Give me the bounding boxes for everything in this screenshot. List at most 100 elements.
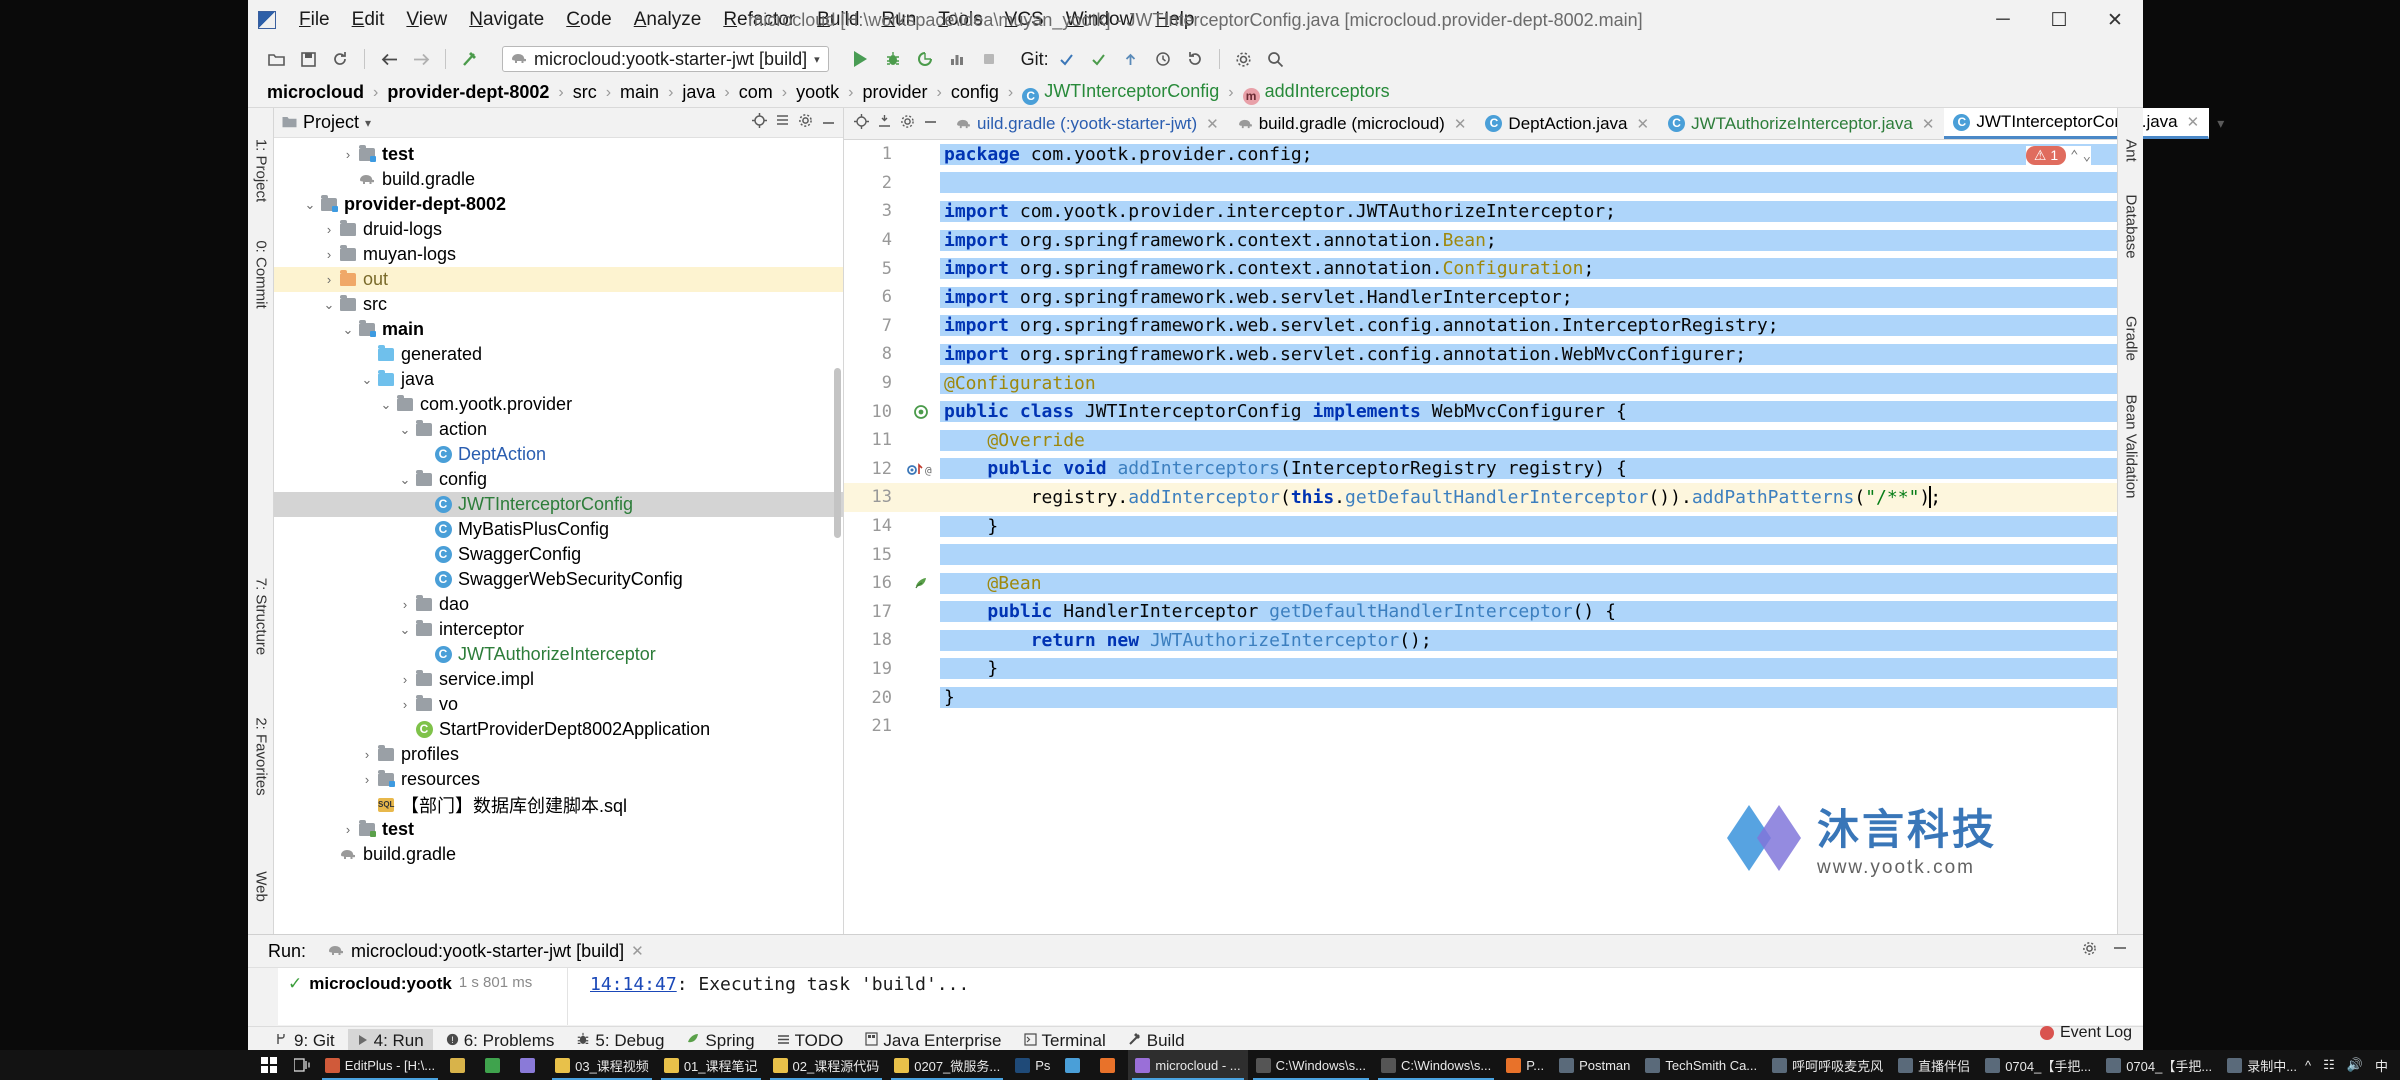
code-line-15[interactable]: 15 xyxy=(844,540,2117,569)
menu-navigate[interactable]: Navigate xyxy=(458,5,555,35)
tabs-overflow-button[interactable]: ▾ xyxy=(2209,108,2232,139)
settings-icon[interactable] xyxy=(900,114,915,134)
taskbar-item-6[interactable]: 02_课程源代码 xyxy=(766,1050,887,1080)
editor-tab-uild-gradle-yootk-starter-jwt-[interactable]: uild.gradle (:yootk-starter-jwt) ✕ xyxy=(947,108,1229,139)
tree-node--sql[interactable]: ›SQL 【部门】数据库创建脚本.sql xyxy=(274,792,843,817)
taskbar-right-item-5[interactable]: 0704_【手把... xyxy=(2099,1050,2219,1080)
close-icon[interactable]: ✕ xyxy=(1454,115,1467,133)
chevron-right-icon[interactable]: › xyxy=(415,572,433,587)
close-icon[interactable]: ✕ xyxy=(1637,115,1650,133)
project-tree[interactable]: › test › build.gradle ⌄ provider-dept-8002 › dr… xyxy=(274,138,843,934)
code-line-20[interactable]: 20} xyxy=(844,683,2117,712)
run-tab[interactable]: microcloud:yootk-starter-jwt [build] ✕ xyxy=(320,938,652,965)
taskbar-item-3[interactable] xyxy=(513,1050,547,1080)
chevron-down-icon[interactable]: ⌄ xyxy=(339,322,357,338)
next-error-icon[interactable]: ⌄ xyxy=(2083,148,2091,164)
tree-node-resources[interactable]: › resources xyxy=(274,767,843,792)
taskbar-item-11[interactable]: microcloud - ... xyxy=(1128,1050,1248,1080)
commit-icon[interactable] xyxy=(1085,46,1113,72)
code-line-9[interactable]: 9 @Configuration xyxy=(844,369,2117,398)
menu-build[interactable]: Build xyxy=(806,5,870,35)
inspection-status-widget[interactable]: ⚠ 1 ⌃ ⌄ xyxy=(2025,146,2091,165)
tool-window-todo[interactable]: TODO xyxy=(768,1029,853,1053)
strip-commit[interactable]: 0: Commit xyxy=(252,240,269,308)
task-view-icon[interactable] xyxy=(287,1058,316,1072)
debug-icon[interactable] xyxy=(879,46,907,72)
minimize-icon[interactable] xyxy=(2113,941,2127,961)
close-icon[interactable]: ✕ xyxy=(2187,113,2200,131)
run-console-output[interactable]: 14:14:47: Executing task 'build'... xyxy=(568,968,2143,1025)
code-line-21[interactable]: 21 xyxy=(844,712,2117,741)
breadcrumb-item-class[interactable]: C JWTInterceptorConfig xyxy=(1017,80,1224,106)
chevron-right-icon[interactable]: › xyxy=(339,172,357,187)
stop-icon[interactable] xyxy=(975,46,1003,72)
menu-run[interactable]: Run xyxy=(870,5,927,35)
breadcrumb-item-java[interactable]: java xyxy=(677,81,720,104)
menu-file[interactable]: File xyxy=(288,5,341,35)
editor-tab-deptaction-java[interactable]: C DeptAction.java ✕ xyxy=(1476,108,1659,139)
tree-node-config[interactable]: ⌄ config xyxy=(274,467,843,492)
tree-node-test[interactable]: › test xyxy=(274,817,843,842)
code-editor[interactable]: 1 package com.yootk.provider.config; 2 3 im… xyxy=(844,140,2117,934)
chevron-right-icon[interactable]: › xyxy=(396,597,414,612)
code-line-1[interactable]: 1 package com.yootk.provider.config; xyxy=(844,140,2117,169)
strip-favorites[interactable]: 2: Favorites xyxy=(252,717,269,795)
breadcrumb-item-method[interactable]: m addInterceptors xyxy=(1238,80,1395,106)
code-line-5[interactable]: 5 import org.springframework.context.anno… xyxy=(844,254,2117,283)
menu-view[interactable]: View xyxy=(395,5,458,35)
chevron-right-icon[interactable]: › xyxy=(415,497,433,512)
back-arrow-icon[interactable] xyxy=(375,46,403,72)
tree-node-mybatisplusconfig[interactable]: ›C MyBatisPlusConfig xyxy=(274,517,843,542)
chevron-right-icon[interactable]: › xyxy=(415,647,433,662)
code-line-6[interactable]: 6 import org.springframework.web.servlet.… xyxy=(844,283,2117,312)
strip-web[interactable]: Web xyxy=(252,871,269,902)
tree-node-jwtinterceptorconfig[interactable]: ›C JWTInterceptorConfig xyxy=(274,492,843,517)
taskbar-right-item-1[interactable]: TechSmith Ca... xyxy=(1638,1050,1764,1080)
build-hammer-icon[interactable] xyxy=(456,46,484,72)
code-line-3[interactable]: 3 import com.yootk.provider.interceptor.J… xyxy=(844,197,2117,226)
taskbar-right-item-3[interactable]: 直播伴侣 xyxy=(1891,1050,1977,1080)
editor-tab-build-gradle-microcloud-[interactable]: build.gradle (microcloud) ✕ xyxy=(1229,108,1477,139)
project-tree-scrollbar[interactable] xyxy=(834,368,841,538)
chevron-right-icon[interactable]: › xyxy=(339,822,357,837)
taskbar-item-13[interactable]: C:\Windows\s... xyxy=(1374,1050,1498,1080)
tree-node-main[interactable]: ⌄ main xyxy=(274,317,843,342)
tree-node-build-gradle[interactable]: › build.gradle xyxy=(274,842,843,867)
breadcrumb-item-config[interactable]: config xyxy=(946,81,1004,104)
tool-window-spring[interactable]: Spring xyxy=(677,1029,763,1053)
code-line-2[interactable]: 2 xyxy=(844,169,2117,198)
taskbar-right-item-4[interactable]: 0704_【手把... xyxy=(1978,1050,2098,1080)
chevron-right-icon[interactable]: › xyxy=(415,447,433,462)
event-log-widget[interactable]: Event Log xyxy=(2040,1024,2132,1042)
editor-tab-jwtinterceptorconfig-java[interactable]: C JWTInterceptorConfig.java ✕ xyxy=(1944,108,2210,139)
code-line-10[interactable]: 10 public class JWTInterceptorConfig impl… xyxy=(844,397,2117,426)
menu-tools[interactable]: Tools xyxy=(927,5,993,35)
breadcrumb-item-src[interactable]: src xyxy=(568,81,602,104)
strip-bean-validation[interactable]: Bean Validation xyxy=(2122,395,2139,499)
strip-structure[interactable]: 7: Structure xyxy=(252,578,269,656)
revert-icon[interactable] xyxy=(1181,46,1209,72)
forward-arrow-icon[interactable] xyxy=(407,46,435,72)
chevron-right-icon[interactable]: › xyxy=(358,747,376,762)
tree-node-jwtauthorizeinterceptor[interactable]: ›C JWTAuthorizeInterceptor xyxy=(274,642,843,667)
chevron-right-icon[interactable]: › xyxy=(415,547,433,562)
chevron-down-icon[interactable]: ⌄ xyxy=(358,372,376,388)
chevron-down-icon[interactable]: ⌄ xyxy=(320,297,338,313)
taskbar-right-item-2[interactable]: 呼呵呼吸麦克风 xyxy=(1765,1050,1890,1080)
tree-node-java[interactable]: ⌄ java xyxy=(274,367,843,392)
chevron-right-icon[interactable]: › xyxy=(358,797,376,812)
breadcrumb-item-provider-dept-8002[interactable]: provider-dept-8002 xyxy=(382,81,554,104)
code-line-4[interactable]: 4 import org.springframework.context.anno… xyxy=(844,226,2117,255)
menu-code[interactable]: Code xyxy=(555,5,622,35)
tree-node-dao[interactable]: › dao xyxy=(274,592,843,617)
tool-window-4-run[interactable]: 4: Run xyxy=(347,1028,433,1053)
menu-analyze[interactable]: Analyze xyxy=(623,5,713,35)
chevron-down-icon[interactable]: ⌄ xyxy=(396,422,414,438)
code-line-16[interactable]: 16 @Bean xyxy=(844,569,2117,598)
chevron-right-icon[interactable]: › xyxy=(320,222,338,237)
tree-node-profiles[interactable]: › profiles xyxy=(274,742,843,767)
tree-node-startproviderdept8002application[interactable]: ›C StartProviderDept8002Application xyxy=(274,717,843,742)
taskbar-item-5[interactable]: 01_课程笔记 xyxy=(657,1050,765,1080)
chevron-right-icon[interactable]: › xyxy=(320,247,338,262)
taskbar-item-7[interactable]: 0207_微服务... xyxy=(887,1050,1007,1080)
